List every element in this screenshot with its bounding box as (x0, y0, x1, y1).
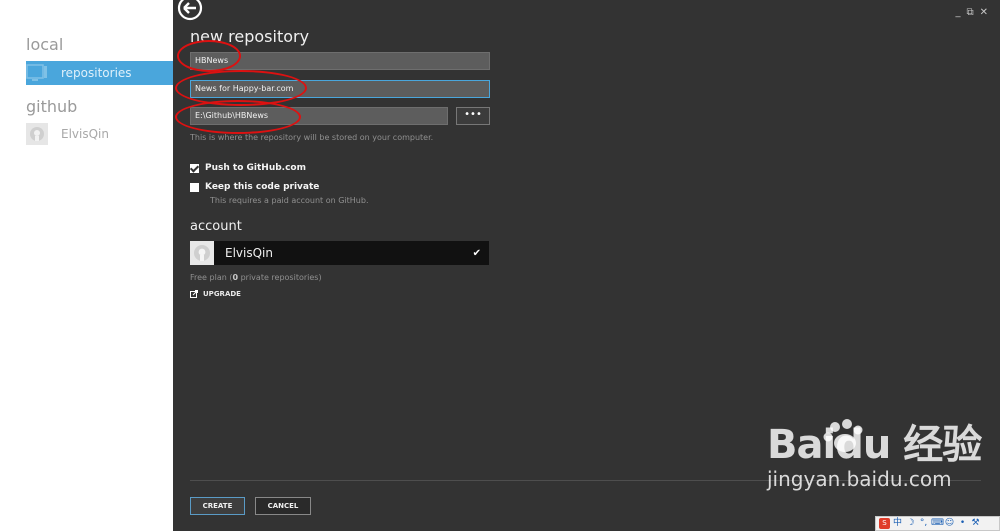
watermark-url: jingyan.baidu.com (767, 467, 952, 491)
sidebar-item-label: ElvisQin (61, 127, 109, 141)
user-icon[interactable]: ☺ (944, 518, 955, 529)
watermark-brand: Baidu 经验 (767, 422, 982, 468)
tools-icon[interactable]: ⚒ (970, 518, 981, 529)
description-input[interactable]: News for Happy-bar.com (190, 80, 490, 98)
back-arrow-icon[interactable] (177, 0, 203, 21)
push-label: Push to GitHub.com (205, 163, 306, 173)
monitor-icon (26, 62, 48, 84)
sogou-ime-icon[interactable]: S (879, 518, 890, 529)
chinese-mode-icon[interactable]: 中 (892, 518, 903, 529)
window-controls: _ ⧉ ✕ (955, 7, 988, 18)
account-row[interactable]: ElvisQin ✔ (190, 241, 489, 265)
external-link-icon (190, 290, 198, 298)
browse-button[interactable]: ••• (456, 107, 490, 125)
sidebar-item-label: repositories (61, 66, 132, 80)
account-name: ElvisQin (225, 246, 273, 260)
name-input[interactable]: HBNews (190, 52, 490, 70)
paw-icon (823, 419, 863, 452)
system-tray: S 中 ☽ °, ⌨ ☺ • ⚒ (875, 516, 1000, 531)
restore-icon[interactable]: ⧉ (966, 7, 973, 18)
sidebar-item-elvisqin[interactable]: ElvisQin (26, 122, 173, 146)
shirt-icon[interactable]: • (957, 518, 968, 529)
upgrade-link[interactable]: UPGRADE (190, 290, 241, 298)
github-avatar-icon (26, 123, 48, 145)
plan-prefix: Free plan ( (190, 273, 233, 282)
upgrade-label: UPGRADE (203, 290, 241, 298)
path-hint: This is where the repository will be sto… (190, 133, 434, 142)
push-option[interactable]: Push to GitHub.com (190, 163, 306, 173)
cancel-button[interactable]: CANCEL (255, 497, 311, 515)
account-title: account (190, 219, 242, 234)
keyboard-icon[interactable]: ⌨ (931, 518, 944, 529)
github-avatar-icon (190, 241, 214, 265)
punctuation-icon[interactable]: °, (918, 518, 929, 529)
page-title: new repository (190, 27, 310, 46)
watermark: Baidu 经验 jingyan.baidu.com (767, 419, 982, 491)
sidebar-item-repositories[interactable]: repositories (26, 61, 173, 85)
push-checkbox[interactable] (190, 163, 199, 173)
private-hint: This requires a paid account on GitHub. (210, 196, 369, 205)
private-checkbox[interactable] (190, 182, 199, 192)
main-panel: _ ⧉ ✕ new repository HBNews News for Hap… (173, 0, 1000, 531)
sidebar-heading-github: github (26, 97, 78, 116)
close-icon[interactable]: ✕ (980, 7, 988, 18)
moon-icon[interactable]: ☽ (905, 518, 916, 529)
sidebar: local repositories github ElvisQin (0, 0, 173, 531)
create-button[interactable]: CREATE (190, 497, 245, 515)
plan-suffix: private repositories) (238, 273, 322, 282)
private-label: Keep this code private (205, 182, 320, 192)
minimize-icon[interactable]: _ (955, 7, 960, 18)
plan-text: Free plan (0 private repositories) (190, 273, 322, 282)
sidebar-heading-local: local (26, 35, 64, 54)
checkmark-icon: ✔ (472, 247, 481, 259)
path-input[interactable]: E:\Github\HBNews (190, 107, 448, 125)
private-option[interactable]: Keep this code private (190, 182, 319, 192)
